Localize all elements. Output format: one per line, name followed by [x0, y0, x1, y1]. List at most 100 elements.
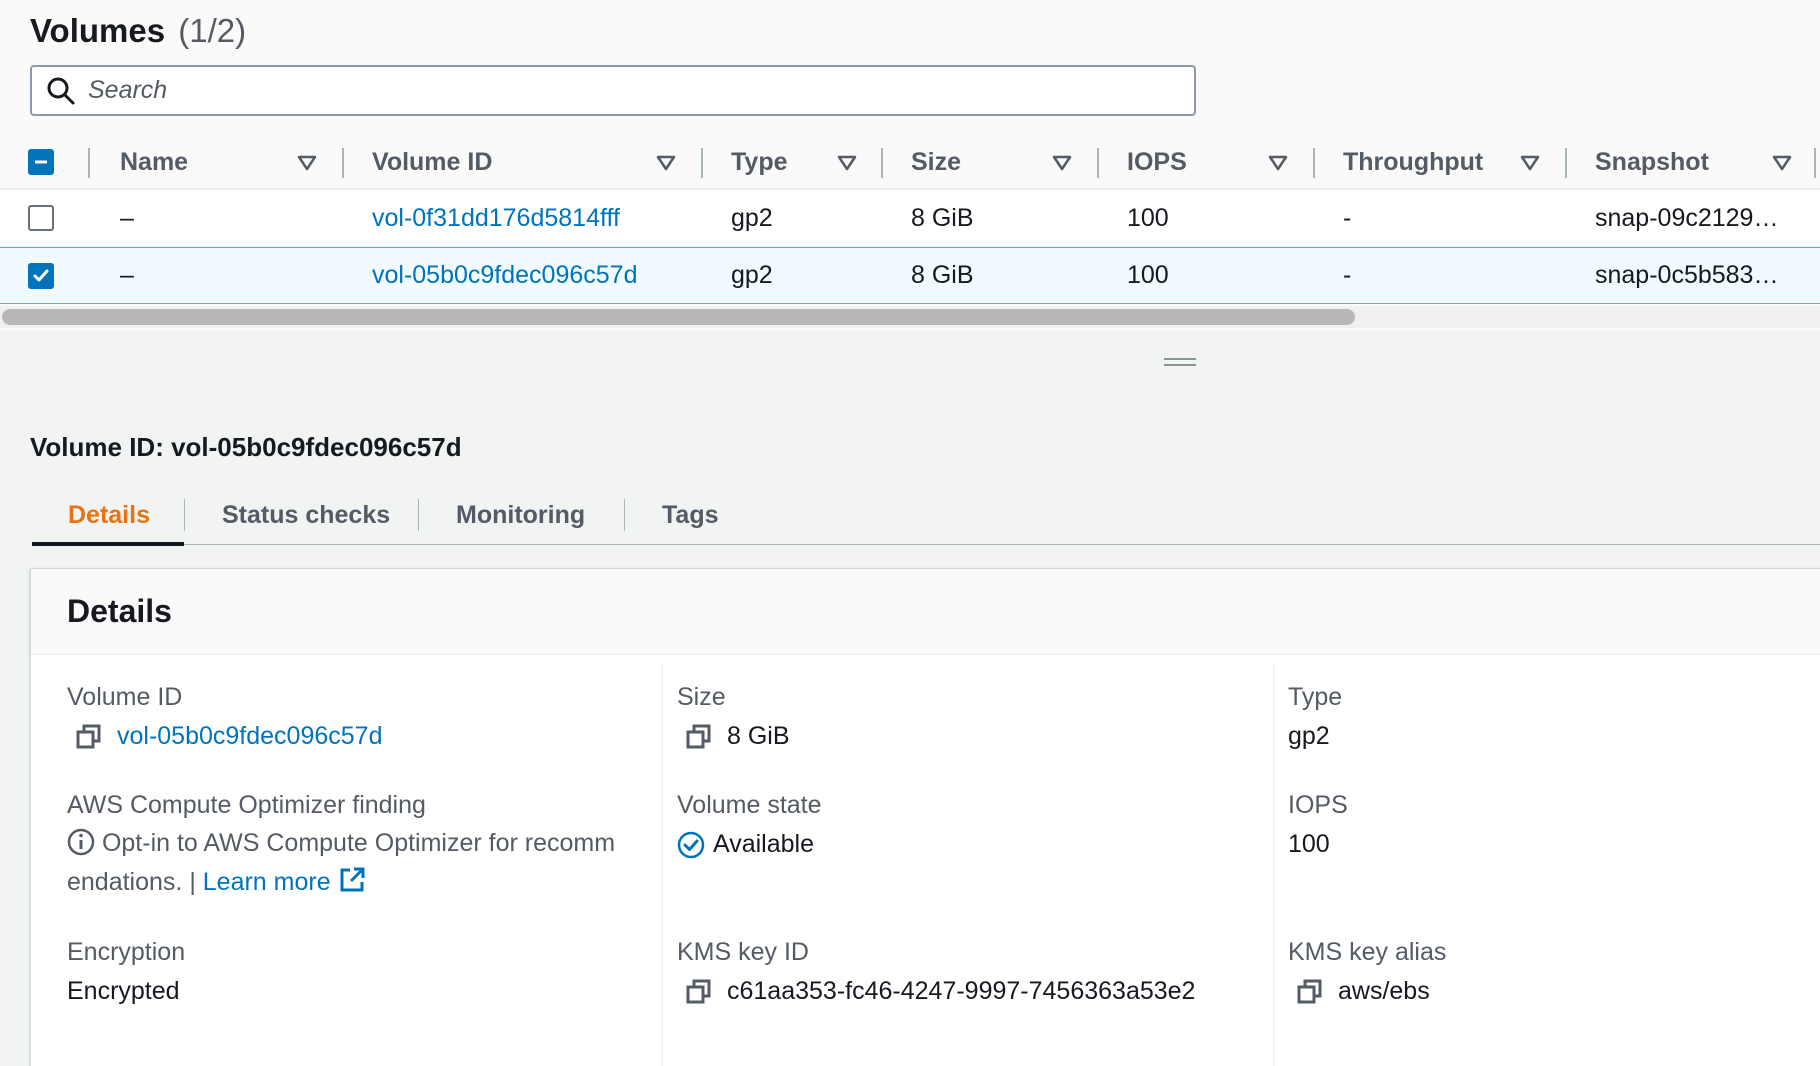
row-checkbox[interactable] [28, 205, 54, 231]
resize-handle-icon[interactable] [1164, 357, 1196, 367]
volume-id-link[interactable]: vol-05b0c9fdec096c57d [117, 722, 382, 751]
copy-icon[interactable] [75, 723, 103, 751]
cell-volume-id-link[interactable]: vol-05b0c9fdec096c57d [372, 248, 637, 303]
column-header-name[interactable]: Name [120, 136, 188, 188]
size-value: 8 GiB [727, 722, 790, 750]
column-separator[interactable] [1313, 148, 1315, 178]
page-title: Volumes (1/2) [30, 12, 246, 50]
tab-tags[interactable]: Tags [662, 485, 719, 545]
search-input[interactable] [88, 76, 1168, 105]
selection-count: (1/2) [178, 12, 247, 49]
sort-icon[interactable] [837, 153, 857, 173]
cell-iops: 100 [1127, 261, 1169, 289]
external-link-icon[interactable] [338, 866, 366, 894]
sort-icon[interactable] [1520, 153, 1540, 173]
field-type: Type gp2 [1288, 683, 1342, 751]
sort-icon[interactable] [1052, 153, 1072, 173]
field-iops: IOPS 100 [1288, 791, 1348, 859]
sort-icon[interactable] [1772, 153, 1792, 173]
cell-snapshot: snap-09c2129… [1595, 203, 1779, 232]
row-checkbox-cell [28, 190, 54, 246]
info-icon [67, 828, 95, 856]
field-value-row: aws/ebs [1288, 977, 1446, 1006]
horizontal-scrollbar[interactable] [0, 306, 1820, 328]
table-row-selected[interactable]: – vol-05b0c9fdec096c57d gp2 8 GiB 100 - … [0, 247, 1820, 304]
column-separator[interactable] [1097, 148, 1099, 178]
select-all-checkbox[interactable] [28, 149, 54, 175]
cell-throughput: - [1343, 203, 1352, 232]
detail-tabs: Details Status checks Monitoring Tags [32, 485, 1820, 546]
copy-icon[interactable] [1296, 978, 1324, 1006]
column-header-type[interactable]: Type [731, 136, 788, 188]
field-value: gp2 [1288, 722, 1330, 750]
row-checkbox[interactable] [28, 262, 54, 289]
column-separator[interactable] [881, 148, 883, 178]
cell-name: – [120, 261, 134, 289]
copy-icon[interactable] [685, 978, 713, 1006]
field-label: IOPS [1288, 791, 1348, 819]
cell-iops: 100 [1127, 203, 1169, 232]
cell-type: gp2 [731, 203, 773, 232]
column-separator[interactable] [342, 148, 344, 178]
field-kms-key-id: KMS key ID c61aa353-fc46-4247-9997-74563… [677, 938, 1195, 1006]
optimizer-text-2: endations. | [67, 868, 196, 896]
field-label: AWS Compute Optimizer finding [67, 791, 426, 819]
active-tab-indicator [32, 542, 184, 546]
column-header-volume-id[interactable]: Volume ID [372, 136, 492, 188]
field-value: 100 [1288, 830, 1330, 858]
page-title-text: Volumes [30, 12, 166, 49]
cell-name: – [120, 203, 134, 232]
sort-icon[interactable] [297, 153, 317, 173]
search-box[interactable] [30, 65, 1196, 116]
sort-icon[interactable] [1268, 153, 1288, 173]
column-separator[interactable] [1814, 148, 1816, 178]
details-panel: Details Volume ID vol-05b0c9fdec096c57d … [30, 568, 1820, 1066]
field-label: KMS key alias [1288, 938, 1447, 966]
column-header-iops[interactable]: IOPS [1127, 136, 1187, 188]
optimizer-text-1: Opt-in to AWS Compute Optimizer for reco… [101, 829, 616, 857]
tab-monitoring[interactable]: Monitoring [456, 485, 585, 545]
column-header-throughput[interactable]: Throughput [1343, 136, 1483, 188]
copy-icon[interactable] [685, 723, 713, 751]
learn-more-link[interactable]: Learn more [203, 868, 331, 896]
field-value-row: c61aa353-fc46-4247-9997-7456363a53e2 [677, 977, 1195, 1006]
kms-key-alias-value: aws/ebs [1338, 977, 1430, 1005]
selected-volume-title: Volume ID: vol-05b0c9fdec096c57d [30, 432, 462, 462]
select-all-cell [28, 136, 54, 188]
table-row[interactable]: – vol-0f31dd176d5814fff gp2 8 GiB 100 - … [0, 190, 1820, 247]
volume-state-value: Available [713, 830, 815, 858]
cell-size: 8 GiB [911, 203, 974, 232]
field-value-row: vol-05b0c9fdec096c57d [67, 722, 382, 751]
kms-key-id-value: c61aa353-fc46-4247-9997-7456363a53e2 [727, 977, 1196, 1005]
tab-details[interactable]: Details [68, 485, 150, 545]
scrollbar-thumb[interactable] [2, 309, 1355, 325]
field-value: Encrypted [67, 977, 180, 1005]
volumes-table: Name Volume ID Type Size IOPS Throughput… [0, 136, 1820, 304]
cell-snapshot: snap-0c5b583… [1595, 261, 1779, 289]
field-compute-optimizer: AWS Compute Optimizer finding Opt-in to … [67, 791, 647, 902]
column-separator[interactable] [88, 148, 90, 178]
optimizer-note: Opt-in to AWS Compute Optimizer for reco… [67, 824, 647, 902]
column-separator[interactable] [1565, 148, 1567, 178]
field-value-row: 8 GiB [677, 722, 790, 751]
indeterminate-icon [35, 160, 47, 164]
field-label: Volume ID [67, 683, 183, 711]
field-label: Type [1288, 683, 1343, 711]
sort-icon[interactable] [656, 153, 676, 173]
table-header-row: Name Volume ID Type Size IOPS Throughput… [0, 136, 1820, 190]
checkmark-icon [33, 269, 49, 281]
column-header-snapshot[interactable]: Snapshot [1595, 136, 1709, 188]
field-size: Size 8 GiB [677, 683, 790, 751]
search-icon [47, 77, 75, 104]
cell-throughput: - [1343, 261, 1352, 289]
column-divider [1273, 665, 1274, 1066]
field-kms-key-alias: KMS key alias aws/ebs [1288, 938, 1446, 1006]
tab-separator [184, 499, 185, 531]
tab-status-checks[interactable]: Status checks [222, 485, 390, 545]
field-volume-id: Volume ID vol-05b0c9fdec096c57d [67, 683, 382, 751]
field-volume-state: Volume state Available [677, 791, 822, 859]
column-header-size[interactable]: Size [911, 136, 961, 188]
cell-volume-id-link[interactable]: vol-0f31dd176d5814fff [372, 190, 620, 246]
field-label: Size [677, 683, 726, 711]
column-separator[interactable] [701, 148, 703, 178]
